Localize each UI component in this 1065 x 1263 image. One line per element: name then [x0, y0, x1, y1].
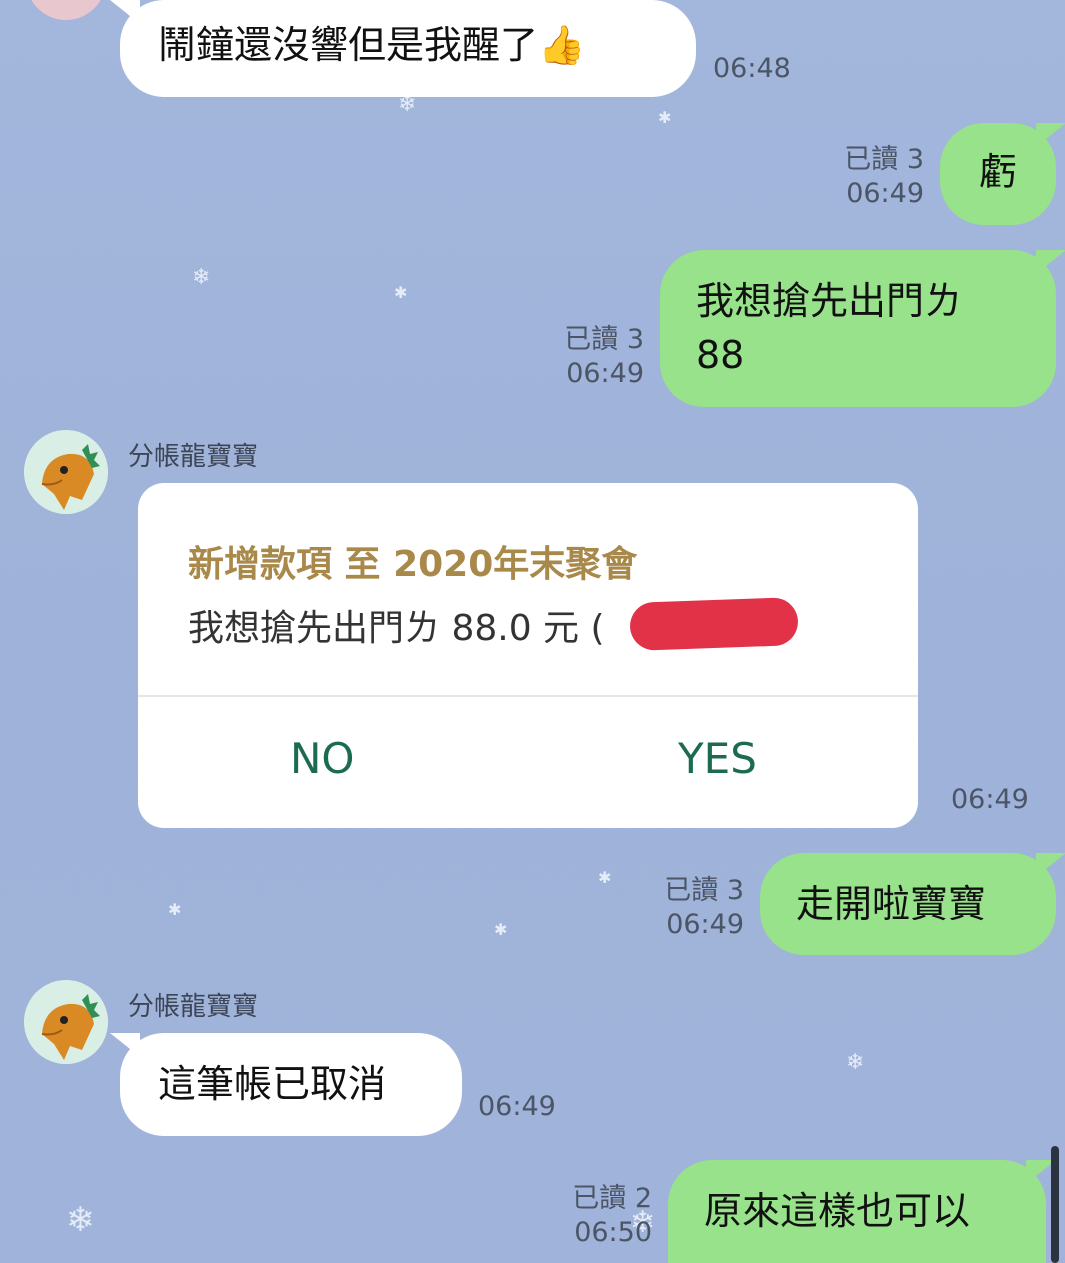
snowflake-icon: ✱	[658, 108, 672, 127]
read-receipt: 已讀 3	[844, 144, 924, 175]
message-bubble-outgoing[interactable]: 走開啦寶寶	[760, 853, 1065, 955]
snowflake-icon: ✱	[598, 868, 612, 887]
message-time: 06:50	[574, 1217, 652, 1248]
avatar[interactable]	[26, 0, 106, 20]
snowflake-icon: ✱	[168, 900, 182, 919]
dragon-icon	[24, 980, 108, 1064]
no-button[interactable]: NO	[284, 733, 360, 784]
message-meta: 已讀 3 06:49	[640, 874, 744, 942]
sender-name: 分帳龍寶寶	[128, 992, 259, 1022]
message-text: 虧	[978, 150, 1017, 194]
message-time: 06:49	[951, 784, 1029, 815]
card-subtitle: 我想搶先出門ㄌ 88.0 元 (	[188, 599, 605, 651]
message-bubble-incoming[interactable]: 鬧鐘還沒響但是我醒了👍	[110, 0, 696, 97]
snowflake-icon: ❄	[192, 265, 211, 290]
message-meta: 已讀 2 06:50	[548, 1182, 652, 1250]
snowflake-icon: ❄	[66, 1200, 95, 1240]
message-bubble-outgoing[interactable]: 我想搶先出門ㄌ 88	[660, 250, 1065, 407]
message-bubble-outgoing[interactable]: 原來這樣也可以	[668, 1160, 1056, 1263]
yes-button[interactable]: YES	[672, 733, 763, 784]
card-title: 新增款項 至 2020年末聚會	[188, 544, 638, 585]
snowflake-icon: ❄	[846, 1050, 865, 1075]
divider	[138, 695, 918, 697]
read-receipt: 已讀 3	[664, 875, 744, 906]
message-time: 06:49	[478, 1091, 556, 1122]
message-text: 鬧鐘還沒響但是我醒了👍	[158, 23, 586, 67]
snowflake-icon: ✱	[394, 283, 408, 302]
message-text: 走開啦寶寶	[796, 882, 987, 926]
redaction-mark	[629, 597, 799, 651]
message-time: 06:48	[713, 53, 791, 84]
dragon-icon	[24, 430, 108, 514]
message-time: 06:49	[566, 358, 644, 389]
read-receipt: 已讀 3	[564, 324, 644, 355]
message-text-line: 88	[696, 333, 745, 377]
message-text: 原來這樣也可以	[704, 1189, 971, 1233]
avatar[interactable]	[24, 430, 108, 514]
sender-name: 分帳龍寶寶	[128, 442, 259, 472]
message-text: 這筆帳已取消	[158, 1062, 387, 1106]
card-subtitle-text: 我想搶先出門ㄌ 88.0 元 (	[188, 608, 605, 649]
message-text-line: 我想搶先出門ㄌ	[696, 279, 963, 323]
read-receipt: 已讀 2	[572, 1183, 652, 1214]
avatar[interactable]	[24, 980, 108, 1064]
expense-card: 新增款項 至 2020年末聚會 我想搶先出門ㄌ 88.0 元 ( ) NO YE…	[138, 483, 918, 828]
message-meta: 已讀 3 06:49	[820, 143, 924, 211]
message-time: 06:49	[666, 909, 744, 940]
message-meta: 已讀 3 06:49	[540, 323, 644, 391]
message-bubble-incoming[interactable]: 這筆帳已取消	[110, 1033, 462, 1136]
snowflake-icon: ✱	[494, 920, 508, 939]
message-time: 06:49	[846, 178, 924, 209]
scrollbar[interactable]	[1051, 1146, 1059, 1263]
message-bubble-outgoing[interactable]: 虧	[940, 123, 1065, 225]
